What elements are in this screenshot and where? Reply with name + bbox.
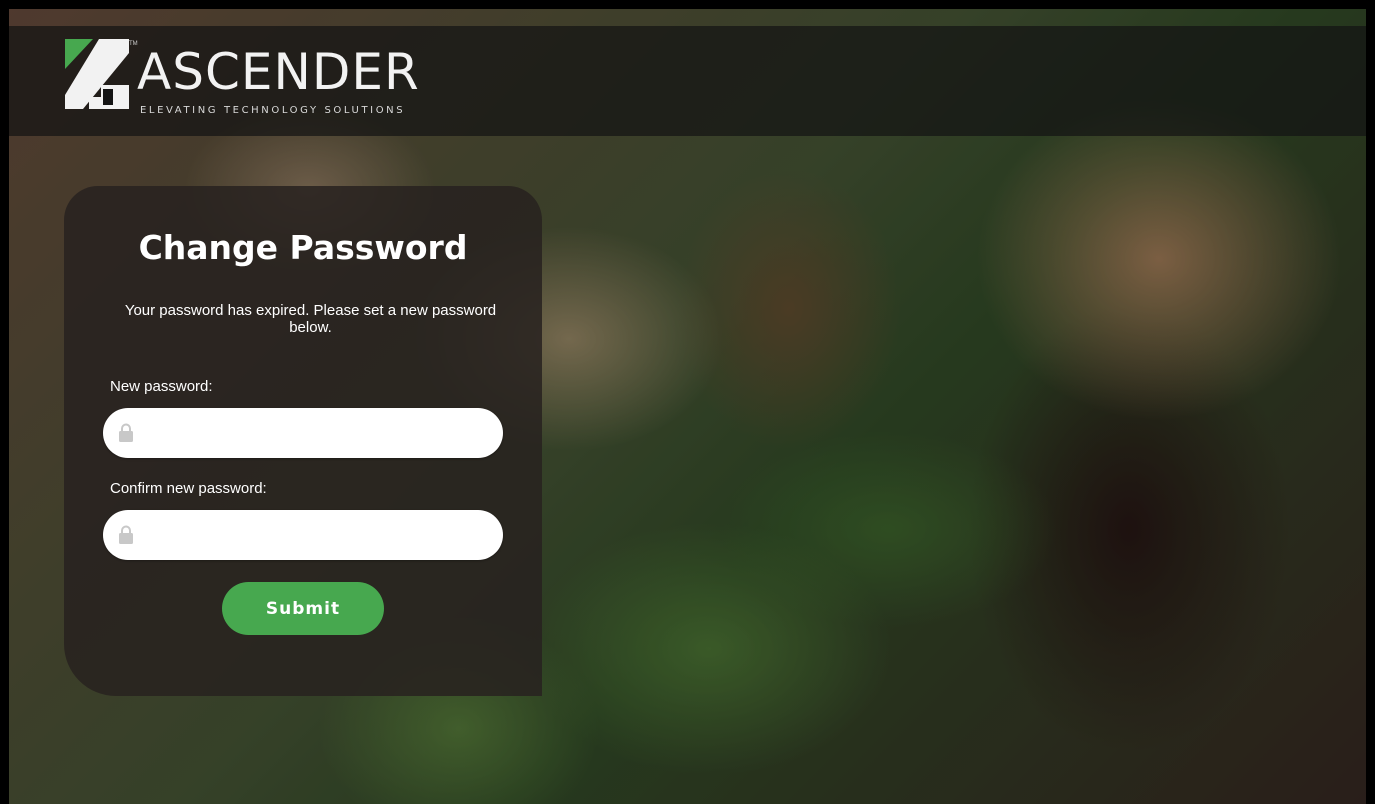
brand-name: ASCENDER: [137, 43, 420, 101]
submit-button[interactable]: Submit: [222, 582, 384, 635]
brand-tagline: ELEVATING TECHNOLOGY SOLUTIONS: [140, 105, 406, 116]
ascender-logo-mark-icon: [65, 39, 129, 109]
page-title: Change Password: [138, 228, 468, 267]
new-password-label: New password:: [110, 378, 213, 395]
confirm-password-input[interactable]: [141, 510, 483, 562]
expired-message: Your password has expired. Please set a …: [124, 302, 497, 336]
lock-icon: [119, 423, 133, 442]
lock-icon: [119, 525, 133, 544]
confirm-password-field-wrap: [103, 510, 503, 562]
ascender-logo: TM ASCENDER ELEVATING TECHNOLOGY SOLUTIO…: [65, 39, 465, 123]
new-password-field-wrap: [103, 408, 503, 460]
confirm-password-label: Confirm new password:: [110, 480, 267, 497]
page-frame: TM ASCENDER ELEVATING TECHNOLOGY SOLUTIO…: [0, 0, 1375, 804]
new-password-input[interactable]: [141, 408, 483, 460]
change-password-card: Change Password Your password has expire…: [64, 186, 542, 696]
